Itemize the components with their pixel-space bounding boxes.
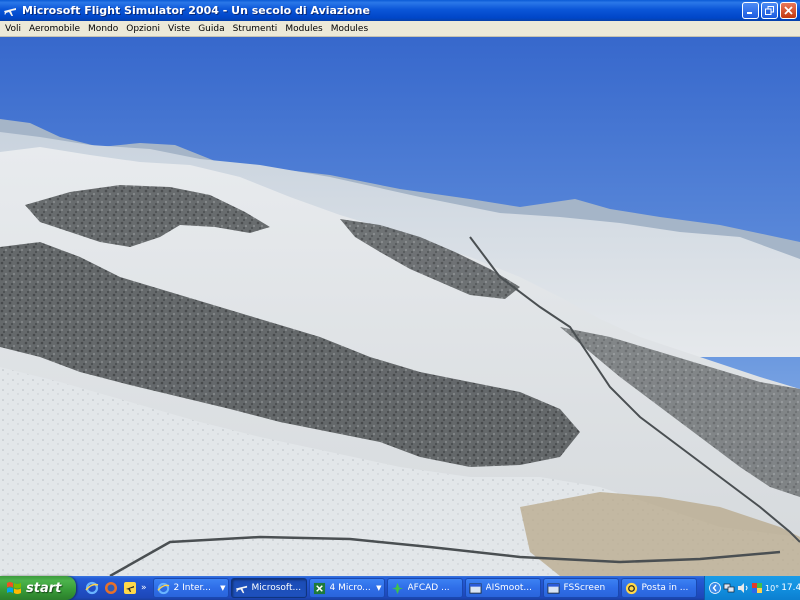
volume-icon[interactable] xyxy=(737,582,749,594)
terrain-scene xyxy=(0,37,800,576)
plane-icon xyxy=(2,3,18,19)
excel-icon xyxy=(313,581,327,595)
task-label: AISmoot... xyxy=(485,583,532,593)
task-afcad[interactable]: AFCAD ... xyxy=(386,578,463,598)
network-icon[interactable] xyxy=(723,582,735,594)
menu-modules-2[interactable]: Modules xyxy=(327,24,372,34)
antivirus-icon[interactable] xyxy=(751,582,763,594)
task-aismooth[interactable]: AISmoot... xyxy=(464,578,541,598)
flight-sim-viewport[interactable] xyxy=(0,37,800,576)
app-icon xyxy=(547,581,561,595)
ie-icon xyxy=(157,581,171,595)
mail-icon xyxy=(625,581,639,595)
plane-icon xyxy=(235,581,249,595)
task-label: 4 Micro... xyxy=(329,583,371,593)
menu-aeromobile[interactable]: Aeromobile xyxy=(25,24,84,34)
quick-launch-more[interactable]: » xyxy=(141,583,147,593)
task-excel[interactable]: 4 Micro... ▼ xyxy=(308,578,385,598)
task-label: Posta in ... xyxy=(641,583,689,593)
task-label: Microsoft... xyxy=(251,583,302,593)
clock[interactable]: 17.40 xyxy=(781,583,800,593)
close-icon xyxy=(784,6,793,15)
menu-guida[interactable]: Guida xyxy=(194,24,228,34)
group-arrow-icon: ▼ xyxy=(220,584,226,592)
menu-mondo[interactable]: Mondo xyxy=(84,24,122,34)
task-internet-explorer[interactable]: 2 Inter... ▼ xyxy=(152,578,229,598)
ie-icon[interactable] xyxy=(84,580,100,596)
menu-strumenti[interactable]: Strumenti xyxy=(229,24,282,34)
task-fsscreen[interactable]: FSScreen xyxy=(542,578,619,598)
minimize-button[interactable] xyxy=(742,2,759,19)
close-button[interactable] xyxy=(780,2,797,19)
task-label: AFCAD ... xyxy=(407,583,450,593)
minimize-icon xyxy=(747,12,752,14)
quick-launch: » xyxy=(76,576,153,600)
start-label: start xyxy=(26,580,62,596)
task-mail[interactable]: Posta in ... xyxy=(620,578,697,598)
system-tray: 10° 17.40 xyxy=(704,576,800,600)
restore-icon xyxy=(765,6,774,15)
app-icon xyxy=(469,581,483,595)
windows-logo-icon xyxy=(7,582,21,594)
firefox-icon[interactable] xyxy=(103,580,119,596)
task-label: FSScreen xyxy=(563,583,606,593)
task-flight-simulator[interactable]: Microsoft... xyxy=(230,578,307,598)
title-bar[interactable]: Microsoft Flight Simulator 2004 - Un sec… xyxy=(0,0,800,21)
group-arrow-icon: ▼ xyxy=(376,584,382,592)
task-list: 2 Inter... ▼ Microsoft... 4 Micro... ▼ A… xyxy=(152,576,697,600)
start-button[interactable]: start xyxy=(0,576,76,600)
flightsim-icon[interactable] xyxy=(122,580,138,596)
taskbar: start » 2 Inter... ▼ Microsoft... 4 Micr… xyxy=(0,576,800,600)
restore-button[interactable] xyxy=(761,2,778,19)
menu-bar: Voli Aeromobile Mondo Opzioni Viste Guid… xyxy=(0,21,800,37)
temperature-readout: 10° xyxy=(765,583,780,593)
task-label: 2 Inter... xyxy=(173,583,211,593)
window-title: Microsoft Flight Simulator 2004 - Un sec… xyxy=(22,4,370,17)
afcad-icon xyxy=(391,581,405,595)
menu-voli[interactable]: Voli xyxy=(1,24,25,34)
menu-viste[interactable]: Viste xyxy=(164,24,194,34)
menu-modules-1[interactable]: Modules xyxy=(281,24,326,34)
expand-tray-icon[interactable] xyxy=(709,582,721,594)
menu-opzioni[interactable]: Opzioni xyxy=(122,24,164,34)
